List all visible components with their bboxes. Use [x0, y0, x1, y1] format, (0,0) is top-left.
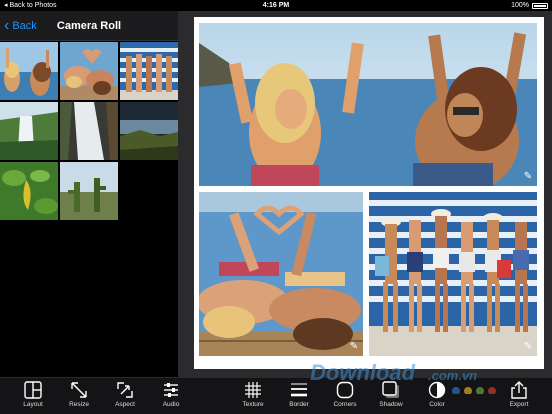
corners-icon [336, 381, 354, 399]
resize-button[interactable]: Resize [56, 381, 102, 414]
audio-button[interactable]: Audio [148, 381, 194, 414]
collage-canvas-area: ✎ ✎ ✎ [178, 11, 552, 377]
shadow-label: Shadow [379, 401, 403, 408]
export-button[interactable]: Export [496, 381, 542, 414]
thumb-coast[interactable] [120, 102, 178, 160]
battery-percent: 100% [511, 2, 529, 9]
texture-icon [245, 382, 261, 398]
texture-label: Texture [242, 401, 264, 408]
texture-button[interactable]: Texture [230, 381, 276, 414]
resize-label: Resize [69, 401, 89, 408]
layout-label: Layout [23, 401, 43, 408]
audio-icon [164, 383, 178, 397]
layout-button[interactable]: Layout [10, 381, 56, 414]
battery-indicator: 100% [511, 0, 548, 11]
thumb-cactus[interactable] [60, 162, 118, 220]
pencil-icon[interactable]: ✎ [522, 171, 534, 183]
battery-icon [532, 3, 548, 9]
resize-icon [71, 382, 87, 398]
border-label: Border [289, 401, 309, 408]
sidebar-header: Camera Roll ‹ Back [0, 11, 178, 41]
pencil-icon[interactable]: ✎ [522, 341, 534, 353]
pencil-icon[interactable]: ✎ [348, 341, 360, 353]
back-button-label: Back [12, 20, 37, 32]
export-icon [511, 381, 527, 399]
collage-frame: ✎ ✎ ✎ [194, 17, 544, 369]
collage-photo-top[interactable]: ✎ [199, 23, 537, 186]
color-icon [428, 381, 446, 399]
collage-photo-bottom-left[interactable]: ✎ [199, 192, 363, 356]
status-bar: ◂ Back to Photos 4:16 PM 100% [0, 0, 552, 11]
corners-button[interactable]: Corners [322, 381, 368, 414]
thumb-waterfall-2[interactable] [60, 102, 118, 160]
thumbnail-grid [0, 42, 178, 220]
corners-label: Corners [333, 401, 357, 408]
shadow-button[interactable]: Shadow [368, 381, 414, 414]
thumb-pepper[interactable] [0, 162, 58, 220]
thumb-girls-heart[interactable] [60, 42, 118, 100]
aspect-icon [117, 382, 133, 398]
thumb-girls-beach-1[interactable] [0, 42, 58, 100]
export-label: Export [509, 401, 529, 408]
status-time: 4:16 PM [262, 2, 290, 9]
color-button[interactable]: Color [414, 381, 460, 414]
aspect-label: Aspect [115, 401, 135, 408]
bottom-toolbar: Layout Resize Aspect Audio Texture Borde… [0, 377, 552, 414]
thumb-girls-stripes[interactable] [120, 42, 178, 100]
thumb-waterfall[interactable] [0, 102, 58, 160]
layout-icon [24, 381, 42, 399]
border-icon [291, 383, 307, 397]
collage-photo-bottom-right[interactable]: ✎ [369, 192, 537, 356]
border-button[interactable]: Border [276, 381, 322, 414]
color-label: Color [429, 401, 445, 408]
photo-picker-sidebar: Camera Roll ‹ Back [0, 11, 178, 377]
aspect-button[interactable]: Aspect [102, 381, 148, 414]
back-button[interactable]: ‹ Back [4, 11, 37, 41]
audio-label: Audio [162, 401, 180, 408]
shadow-icon [382, 381, 399, 398]
chevron-left-icon: ‹ [4, 17, 10, 34]
